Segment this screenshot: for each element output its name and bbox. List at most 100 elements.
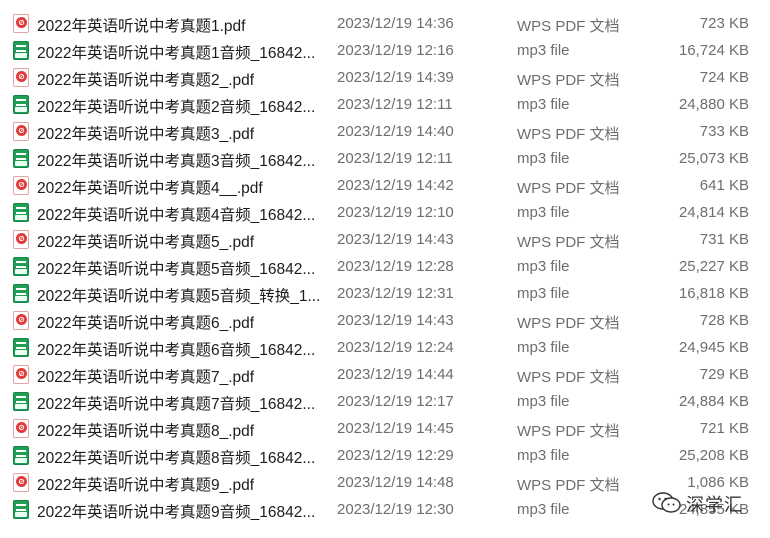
file-name: 2022年英语听说中考真题5音频_转换_1... [37, 288, 321, 305]
file-size: 25,227 KB [678, 258, 749, 275]
file-date: 2023/12/19 12:17 [337, 393, 454, 410]
file-type: WPS PDF 文档 [517, 477, 620, 494]
file-type: WPS PDF 文档 [517, 315, 620, 332]
file-row[interactable]: ⊘ 2022年英语听说中考真题1.pdf 2023/12/19 14:36 WP… [0, 11, 770, 38]
file-size: 723 KB [699, 15, 749, 32]
file-size: 729 KB [699, 366, 749, 383]
file-date: 2023/12/19 14:43 [337, 231, 454, 248]
file-type: mp3 file [517, 501, 570, 518]
file-row[interactable]: ⊘ 2022年英语听说中考真题5_.pdf 2023/12/19 14:43 W… [0, 227, 770, 254]
file-date: 2023/12/19 14:36 [337, 15, 454, 32]
file-row[interactable]: ⊘ 2022年英语听说中考真题6_.pdf 2023/12/19 14:43 W… [0, 308, 770, 335]
mp3-file-icon [13, 41, 29, 60]
file-row[interactable]: ⊘ 2022年英语听说中考真题7_.pdf 2023/12/19 14:44 W… [0, 362, 770, 389]
file-type: mp3 file [517, 393, 570, 410]
file-size: 724 KB [699, 69, 749, 86]
file-row[interactable]: 2022年英语听说中考真题3音频_16842... 2023/12/19 12:… [0, 146, 770, 173]
file-name: 2022年英语听说中考真题5音频_16842... [37, 261, 316, 278]
file-row[interactable]: 2022年英语听说中考真题6音频_16842... 2023/12/19 12:… [0, 335, 770, 362]
pdf-file-icon: ⊘ [13, 419, 29, 438]
file-date: 2023/12/19 12:24 [337, 339, 454, 356]
file-size: 16,818 KB [678, 285, 749, 302]
file-name: 2022年英语听说中考真题7音频_16842... [37, 396, 316, 413]
file-name: 2022年英语听说中考真题4__.pdf [37, 180, 263, 197]
file-date: 2023/12/19 12:16 [337, 42, 454, 59]
file-row[interactable]: ⊘ 2022年英语听说中考真题9_.pdf 2023/12/19 14:48 W… [0, 470, 770, 497]
file-name: 2022年英语听说中考真题9音频_16842... [37, 504, 316, 521]
file-name: 2022年英语听说中考真题3音频_16842... [37, 153, 316, 170]
file-size: 25,073 KB [678, 150, 749, 167]
file-type: WPS PDF 文档 [517, 369, 620, 386]
file-name: 2022年英语听说中考真题2音频_16842... [37, 99, 316, 116]
file-name: 2022年英语听说中考真题6_.pdf [37, 315, 255, 332]
file-date: 2023/12/19 14:48 [337, 474, 454, 491]
file-name: 2022年英语听说中考真题1.pdf [37, 18, 246, 35]
file-size: 16,724 KB [678, 42, 749, 59]
file-row[interactable]: 2022年英语听说中考真题1音频_16842... 2023/12/19 12:… [0, 38, 770, 65]
file-row[interactable]: 2022年英语听说中考真题8音频_16842... 2023/12/19 12:… [0, 443, 770, 470]
pdf-file-icon: ⊘ [13, 365, 29, 384]
file-date: 2023/12/19 14:39 [337, 69, 454, 86]
file-row[interactable]: ⊘ 2022年英语听说中考真题8_.pdf 2023/12/19 14:45 W… [0, 416, 770, 443]
file-size: 733 KB [699, 123, 749, 140]
pdf-file-icon: ⊘ [13, 122, 29, 141]
file-row[interactable]: 2022年英语听说中考真题9音频_16842... 2023/12/19 12:… [0, 497, 770, 524]
file-date: 2023/12/19 14:44 [337, 366, 454, 383]
file-type: WPS PDF 文档 [517, 18, 620, 35]
file-date: 2023/12/19 12:10 [337, 204, 454, 221]
file-date: 2023/12/19 12:30 [337, 501, 454, 518]
file-type: WPS PDF 文档 [517, 423, 620, 440]
file-date: 2023/12/19 14:45 [337, 420, 454, 437]
file-row[interactable]: ⊘ 2022年英语听说中考真题3_.pdf 2023/12/19 14:40 W… [0, 119, 770, 146]
file-size: 1,086 KB [687, 474, 749, 491]
file-name: 2022年英语听说中考真题6音频_16842... [37, 342, 316, 359]
file-size: 731 KB [699, 231, 749, 248]
pdf-file-icon: ⊘ [13, 14, 29, 33]
pdf-file-icon: ⊘ [13, 230, 29, 249]
file-row[interactable]: ⊘ 2022年英语听说中考真题2_.pdf 2023/12/19 14:39 W… [0, 65, 770, 92]
file-name: 2022年英语听说中考真题8音频_16842... [37, 450, 316, 467]
mp3-file-icon [13, 446, 29, 465]
file-type: mp3 file [517, 150, 570, 167]
mp3-file-icon [13, 203, 29, 222]
file-type: mp3 file [517, 447, 570, 464]
file-size: 641 KB [699, 177, 749, 194]
file-size: 721 KB [699, 420, 749, 437]
file-name: 2022年英语听说中考真题8_.pdf [37, 423, 255, 440]
file-row[interactable]: 2022年英语听说中考真题4音频_16842... 2023/12/19 12:… [0, 200, 770, 227]
file-date: 2023/12/19 12:29 [337, 447, 454, 464]
file-size: 728 KB [699, 312, 749, 329]
file-type: mp3 file [517, 285, 570, 302]
mp3-file-icon [13, 392, 29, 411]
file-size: 24,945 KB [678, 339, 749, 356]
file-name: 2022年英语听说中考真题4音频_16842... [37, 207, 316, 224]
file-name: 2022年英语听说中考真题2_.pdf [37, 72, 255, 89]
file-type: mp3 file [517, 204, 570, 221]
file-name: 2022年英语听说中考真题1音频_16842... [37, 45, 316, 62]
file-row[interactable]: 2022年英语听说中考真题5音频_转换_1... 2023/12/19 12:3… [0, 281, 770, 308]
file-type: mp3 file [517, 96, 570, 113]
file-type: WPS PDF 文档 [517, 126, 620, 143]
file-type: WPS PDF 文档 [517, 180, 620, 197]
file-date: 2023/12/19 14:43 [337, 312, 454, 329]
file-row[interactable]: 2022年英语听说中考真题2音频_16842... 2023/12/19 12:… [0, 92, 770, 119]
file-size: 25,208 KB [678, 447, 749, 464]
file-date: 2023/12/19 12:11 [337, 150, 453, 167]
file-size: 24,880 KB [678, 96, 749, 113]
file-type: mp3 file [517, 258, 570, 275]
file-type: WPS PDF 文档 [517, 72, 620, 89]
pdf-file-icon: ⊘ [13, 311, 29, 330]
file-size: 24,884 KB [678, 393, 749, 410]
pdf-file-icon: ⊘ [13, 68, 29, 87]
file-type: mp3 file [517, 42, 570, 59]
mp3-file-icon [13, 284, 29, 303]
file-row[interactable]: 2022年英语听说中考真题5音频_16842... 2023/12/19 12:… [0, 254, 770, 281]
file-size: 24,855 KB [678, 501, 749, 518]
mp3-file-icon [13, 338, 29, 357]
file-row[interactable]: ⊘ 2022年英语听说中考真题4__.pdf 2023/12/19 14:42 … [0, 173, 770, 200]
file-name: 2022年英语听说中考真题5_.pdf [37, 234, 255, 251]
mp3-file-icon [13, 149, 29, 168]
file-row[interactable]: 2022年英语听说中考真题7音频_16842... 2023/12/19 12:… [0, 389, 770, 416]
file-size: 24,814 KB [678, 204, 749, 221]
pdf-file-icon: ⊘ [13, 473, 29, 492]
